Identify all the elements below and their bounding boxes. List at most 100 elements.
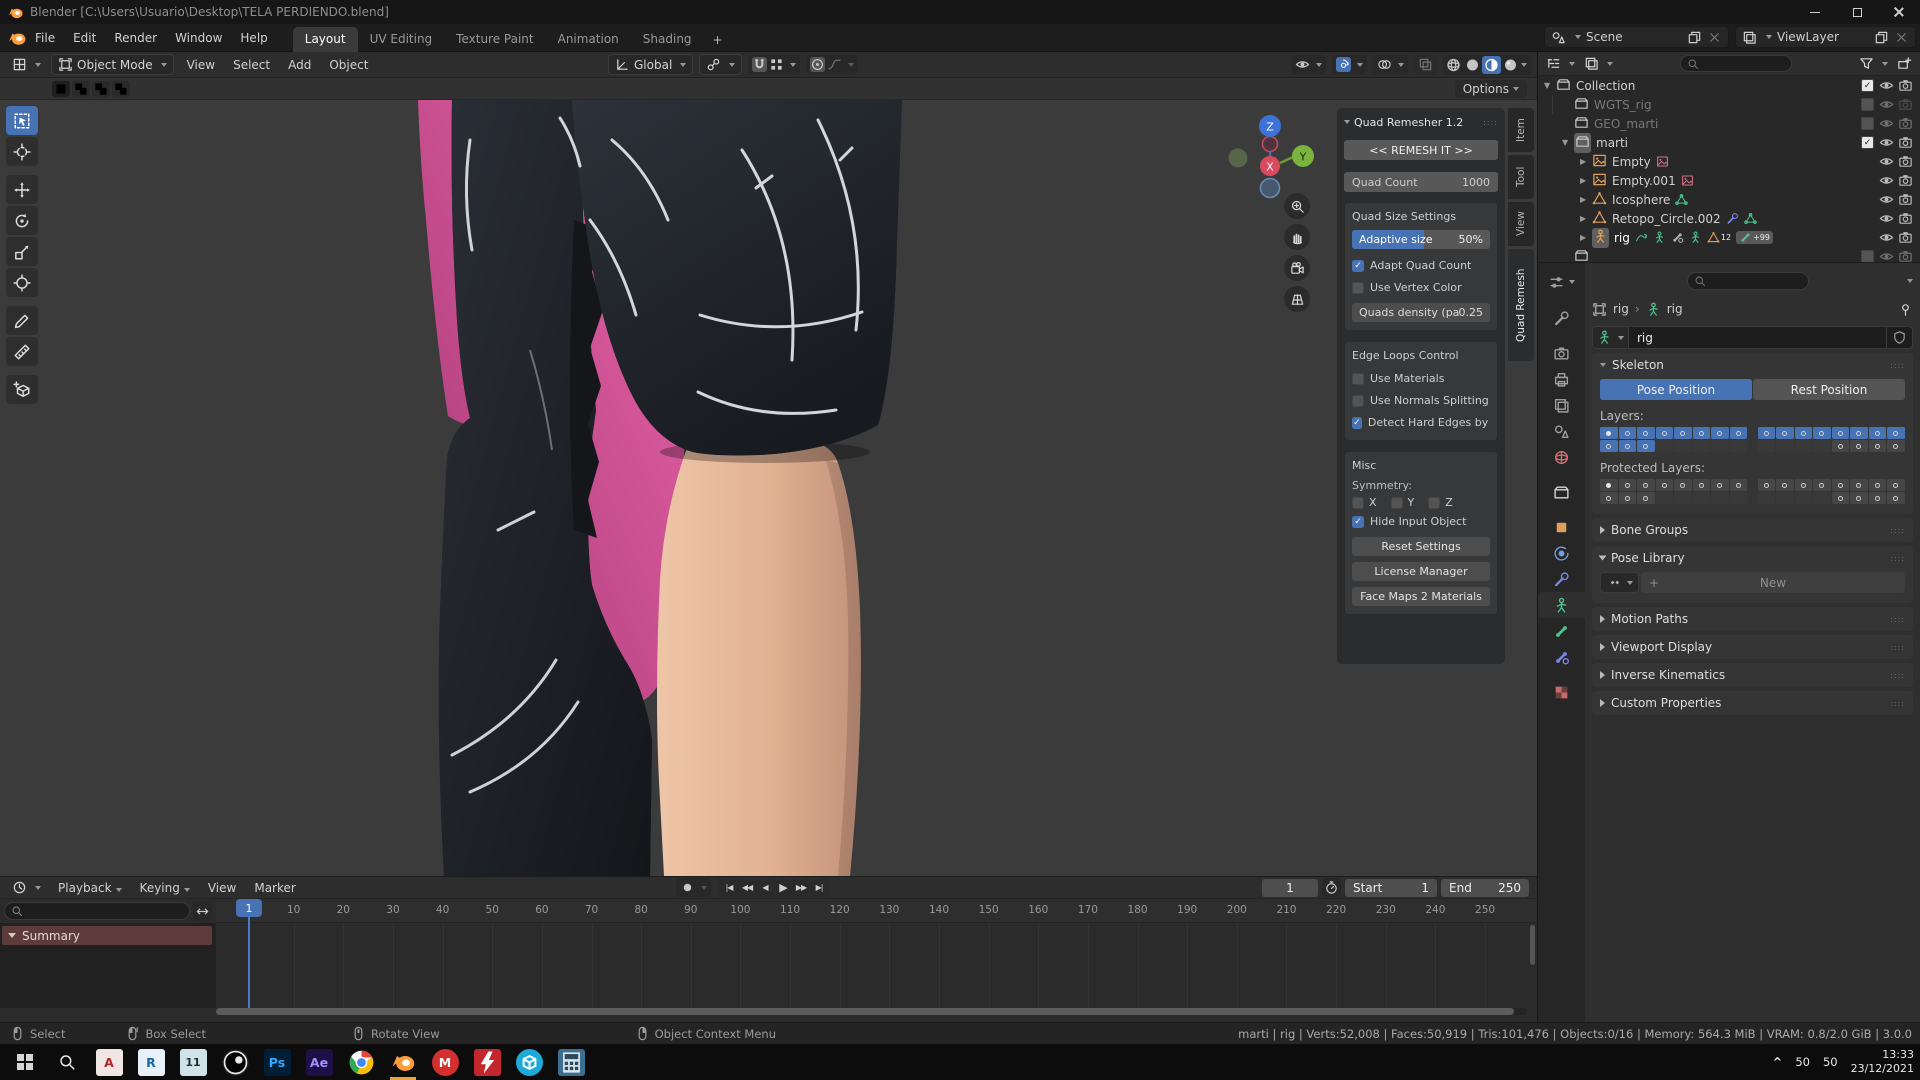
pin-icon[interactable] bbox=[1898, 302, 1913, 317]
layer-cell[interactable] bbox=[1795, 492, 1813, 504]
symmetry-z[interactable]: Z bbox=[1428, 496, 1453, 509]
remesh-button[interactable]: << REMESH IT >> bbox=[1344, 140, 1498, 160]
disclosure-open-icon[interactable]: ▼ bbox=[1544, 81, 1556, 90]
outliner-row-geo-marti[interactable]: GEO_marti bbox=[1538, 114, 1920, 133]
proportional-edit-icon[interactable] bbox=[810, 57, 825, 72]
panel-grip[interactable]: :::: bbox=[1890, 615, 1905, 624]
properties-search-input[interactable] bbox=[1687, 272, 1809, 290]
symmetry-z-checkbox[interactable] bbox=[1428, 497, 1440, 509]
taskbar-obs[interactable] bbox=[214, 1044, 256, 1080]
menu-file[interactable]: File bbox=[26, 28, 64, 48]
taskbar-revit[interactable]: R bbox=[130, 1044, 172, 1080]
layer-cell[interactable] bbox=[1619, 440, 1637, 452]
layer-cell[interactable] bbox=[1758, 479, 1776, 491]
panel-grip[interactable]: :::: bbox=[1890, 554, 1905, 563]
outliner-row-rig[interactable]: ▶rig12+99 bbox=[1538, 228, 1920, 247]
row-checkbox[interactable] bbox=[1861, 98, 1874, 111]
quads-density-field[interactable]: Quads density (pain 0.25 bbox=[1352, 303, 1490, 322]
copy-scene-icon[interactable] bbox=[1687, 30, 1702, 45]
layer-cell[interactable] bbox=[1637, 427, 1655, 439]
viewport-menu-add[interactable]: Add bbox=[279, 55, 320, 75]
reset-settings-button[interactable]: Reset Settings bbox=[1352, 537, 1490, 556]
camback-icon[interactable] bbox=[1898, 78, 1913, 93]
layer-cell[interactable] bbox=[1693, 492, 1711, 504]
row-label[interactable]: Collection bbox=[1576, 79, 1635, 93]
layer-cell[interactable] bbox=[1832, 479, 1850, 491]
layer-cell[interactable] bbox=[1795, 440, 1813, 452]
next-key-button[interactable]: ▶▶ bbox=[792, 880, 810, 896]
row-checkbox[interactable]: ✓ bbox=[1861, 136, 1874, 149]
tool-transform[interactable] bbox=[6, 268, 38, 297]
eyedrop-icon[interactable] bbox=[1879, 173, 1894, 188]
face-maps-button[interactable]: Face Maps 2 Materials bbox=[1352, 587, 1490, 606]
panel-grip[interactable]: :::: bbox=[1890, 643, 1905, 652]
layer-cell[interactable] bbox=[1887, 492, 1905, 504]
panel-grip[interactable]: :::: bbox=[1483, 118, 1498, 127]
camback-icon[interactable] bbox=[1898, 249, 1913, 262]
use-vertex-color-row[interactable]: Use Vertex Color bbox=[1352, 278, 1490, 297]
panel-header-inverse-kinematics[interactable]: Inverse Kinematics:::: bbox=[1592, 663, 1913, 687]
layer-cell[interactable] bbox=[1869, 427, 1887, 439]
panel-header-pose-library[interactable]: Pose Library:::: bbox=[1592, 546, 1913, 570]
symmetry-y-checkbox[interactable] bbox=[1391, 497, 1403, 509]
layer-cell[interactable] bbox=[1619, 479, 1637, 491]
taskbar-autocad[interactable]: A bbox=[88, 1044, 130, 1080]
name-field[interactable]: rig bbox=[1629, 326, 1887, 349]
disclosure-open-icon[interactable]: ▼ bbox=[1562, 138, 1574, 147]
skeleton-panel-header[interactable]: Skeleton :::: bbox=[1592, 353, 1913, 377]
license-manager-button[interactable]: License Manager bbox=[1352, 562, 1490, 581]
use-preview-range-button[interactable] bbox=[1322, 878, 1341, 897]
camback-icon[interactable] bbox=[1898, 173, 1913, 188]
layer-cell[interactable] bbox=[1711, 492, 1729, 504]
fake-user-button[interactable] bbox=[1887, 326, 1913, 349]
blender-menu-icon[interactable] bbox=[8, 29, 26, 47]
layer-cell[interactable] bbox=[1619, 492, 1637, 504]
layer-cell[interactable] bbox=[1776, 492, 1794, 504]
new-collection-button[interactable] bbox=[1895, 54, 1914, 73]
eyedrop-icon[interactable] bbox=[1879, 97, 1894, 112]
sync-range-button[interactable] bbox=[193, 902, 212, 921]
eyedrop-icon[interactable] bbox=[1879, 192, 1894, 207]
camback-icon[interactable] bbox=[1898, 230, 1913, 245]
properties-options-chevron[interactable] bbox=[1907, 279, 1913, 283]
layer-cell[interactable] bbox=[1758, 427, 1776, 439]
menu-edit[interactable]: Edit bbox=[64, 28, 105, 48]
select-mode-extend[interactable] bbox=[72, 81, 90, 97]
layer-cell[interactable] bbox=[1795, 479, 1813, 491]
timeline-menu-keying[interactable]: Keying bbox=[131, 878, 199, 898]
mode-dropdown[interactable]: Object Mode bbox=[51, 54, 174, 75]
layer-cell[interactable] bbox=[1887, 440, 1905, 452]
disclosure-closed-icon[interactable]: ▶ bbox=[1580, 214, 1592, 223]
sidebar-tab-view[interactable]: View bbox=[1508, 202, 1534, 246]
layer-cell[interactable] bbox=[1656, 479, 1674, 491]
row-label[interactable]: marti bbox=[1596, 136, 1628, 150]
action-selector[interactable] bbox=[1600, 572, 1639, 593]
row-label[interactable]: Empty.001 bbox=[1612, 174, 1676, 188]
workspace-tab-texture-paint[interactable]: Texture Paint bbox=[444, 27, 545, 52]
tray-expand-button[interactable]: ^ bbox=[1773, 1055, 1783, 1069]
eyedrop-icon[interactable] bbox=[1879, 249, 1894, 262]
layer-cell[interactable] bbox=[1674, 427, 1692, 439]
properties-tab-data[interactable] bbox=[1538, 592, 1585, 618]
outliner-row-empty-001[interactable]: ▶ Empty.001 bbox=[1538, 171, 1920, 190]
layer-cell[interactable] bbox=[1887, 427, 1905, 439]
tray-value-1[interactable]: 50 bbox=[1795, 1055, 1810, 1069]
new-action-button[interactable]: +New bbox=[1641, 572, 1905, 593]
tool-rotate[interactable] bbox=[6, 206, 38, 235]
taskbar-search[interactable] bbox=[46, 1044, 88, 1080]
close-button[interactable] bbox=[1878, 0, 1920, 24]
navigation-gizmo[interactable]: Z Y X bbox=[1225, 106, 1325, 206]
properties-tab-collection[interactable] bbox=[1538, 479, 1585, 505]
timeline-scrollbar[interactable] bbox=[216, 1008, 1527, 1015]
properties-tab-render[interactable] bbox=[1538, 340, 1585, 366]
breadcrumb-data[interactable]: rig bbox=[1667, 302, 1683, 316]
layer-cell[interactable] bbox=[1693, 479, 1711, 491]
layer-cell[interactable] bbox=[1813, 479, 1831, 491]
layer-cell[interactable] bbox=[1850, 440, 1868, 452]
disclosure-closed-icon[interactable]: ▶ bbox=[1580, 176, 1592, 185]
layer-cell[interactable] bbox=[1832, 440, 1850, 452]
workspace-tab-animation[interactable]: Animation bbox=[546, 27, 631, 52]
rendered-icon[interactable] bbox=[1501, 56, 1520, 74]
outliner-row-wgts-rig[interactable]: WGTS_rig bbox=[1538, 95, 1920, 114]
disclosure-closed-icon[interactable]: ▶ bbox=[1580, 195, 1592, 204]
